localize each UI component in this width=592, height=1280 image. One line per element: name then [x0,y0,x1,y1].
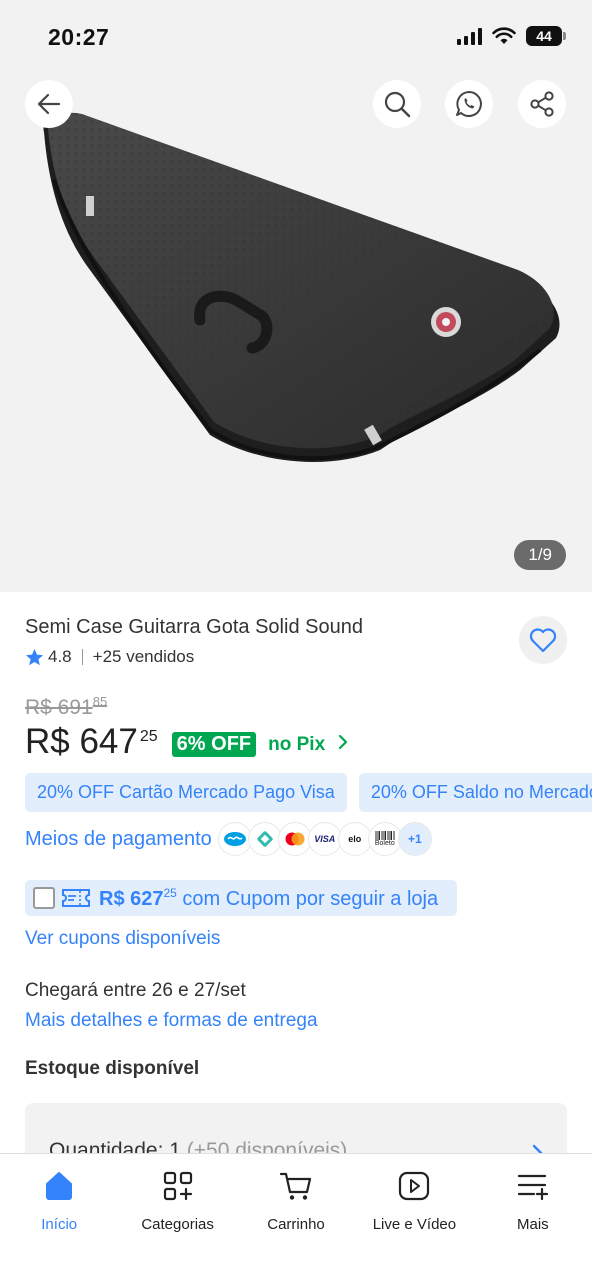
whatsapp-icon [456,91,482,117]
share-icon [530,91,554,117]
nav-label-categories: Categorias [141,1216,214,1233]
cart-icon [279,1172,312,1200]
nav-label-live-video: Live e Vídeo [372,1216,457,1233]
back-button[interactable] [25,80,73,128]
elo-icon: elo [337,822,372,856]
rating-row[interactable]: 4.8 +25 vendidos [25,647,194,667]
search-icon [384,91,411,118]
visa-icon: VISA [307,822,342,856]
mastercard-icon [277,822,312,856]
arrow-left-icon [37,93,61,115]
promo-chips: 20% OFF Cartão Mercado Pago Visa 20% OFF… [25,773,592,812]
boleto-icon: Boleto [367,822,402,856]
whatsapp-share-button[interactable] [445,80,493,128]
bottom-navigation: Início Categorias Carrinho Live e Vídeo … [0,1153,592,1280]
status-time: 20:27 [48,24,110,50]
mercado-pago-icon [217,822,252,856]
favorite-button[interactable] [519,616,567,664]
stock-label: Estoque disponível [25,1058,200,1079]
status-bar: 20:27 44 [0,0,592,70]
status-icons: 44 [457,26,566,46]
nav-label-home: Início [41,1216,78,1233]
discount-badge: 6% OFF [171,732,257,757]
payment-methods-link[interactable]: Meios de pagamento [25,828,212,851]
coupon-description: com Cupom por seguir a loja [182,887,439,910]
price-value: R$ 647 [25,722,138,761]
divider [81,649,83,665]
delivery-estimate: Chegará entre 26 e 27/set [25,980,246,1001]
promo-chip-visa[interactable]: 20% OFF Cartão Mercado Pago Visa [25,773,347,812]
share-button[interactable] [518,80,566,128]
original-price: R$ 69185 [25,694,107,720]
nav-item-cart[interactable]: Carrinho [237,1154,355,1280]
price-cents: 25 [139,728,158,745]
chevron-right-icon[interactable] [337,733,349,751]
rating-value: 4.8 [48,647,72,666]
image-counter: 1/9 [514,540,566,570]
original-price-value: R$ 691 [25,696,93,719]
promo-chip-saldo[interactable]: 20% OFF Saldo no Mercado Pago [358,773,592,812]
nav-item-categories[interactable]: Categorias [118,1154,236,1280]
delivery-details-link[interactable]: Mais detalhes e formas de entrega [25,1010,318,1032]
play-icon [399,1171,430,1201]
original-price-cents: 85 [92,694,108,709]
nav-item-home[interactable]: Início [0,1154,118,1280]
ticket-icon [62,889,90,907]
payment-icons: VISA elo Boleto +1 [217,822,432,856]
coupon-text: R$ 62725 com Cupom por seguir a loja [99,886,438,911]
price-row: R$ 647 25 6% OFF no Pix [25,722,349,762]
pix-link[interactable]: no Pix [268,734,325,756]
coupon-price: R$ 627 [99,887,164,910]
nav-label-cart: Carrinho [267,1216,325,1233]
coupon-checkbox[interactable] [33,887,55,909]
menu-plus-icon [517,1174,548,1201]
nav-item-more[interactable]: Mais [474,1154,592,1280]
nav-item-live-video[interactable]: Live e Vídeo [355,1154,473,1280]
coupon-banner[interactable]: R$ 62725 com Cupom por seguir a loja [25,880,457,916]
product-gallery[interactable]: 1/9 [0,0,592,592]
boleto-label: Boleto [374,840,395,847]
home-icon [46,1172,73,1200]
battery-level: 44 [536,28,552,44]
battery-icon: 44 [526,26,566,46]
wifi-icon [492,27,516,44]
payment-methods[interactable]: Meios de pagamento VISA elo Boleto +1 [25,822,432,856]
view-coupons-link[interactable]: Ver cupons disponíveis [25,928,220,950]
star-icon [25,648,44,665]
product-image [43,112,560,462]
signal-icon [457,27,482,45]
sold-count: +25 vendidos [92,647,195,666]
categories-icon [163,1171,192,1201]
product-title: Semi Case Guitarra Gota Solid Sound [25,616,363,638]
more-payments-badge: +1 [397,822,432,856]
search-button[interactable] [373,80,421,128]
coupon-price-cents: 25 [163,885,177,900]
nav-label-more: Mais [516,1216,549,1233]
pix-icon [247,822,282,856]
heart-icon [529,628,557,653]
